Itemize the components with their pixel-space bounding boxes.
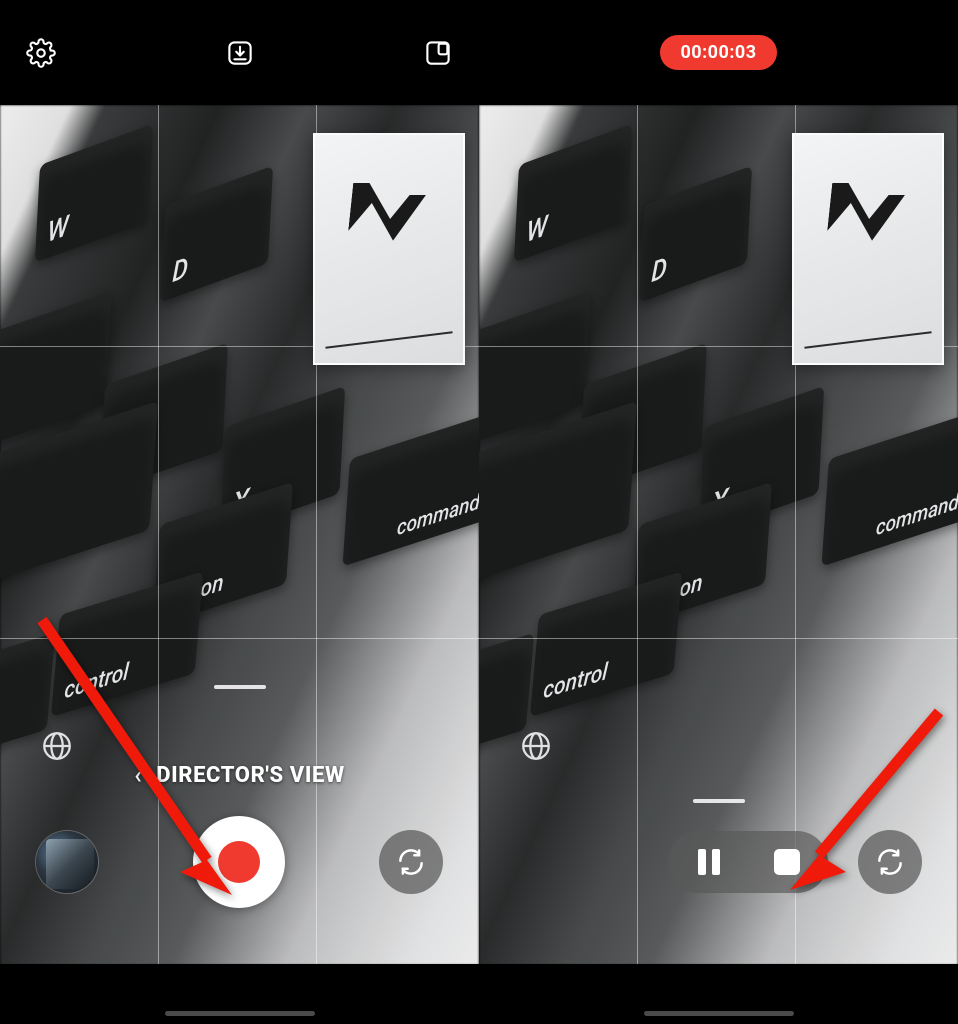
top-toolbar: 00:00:03: [479, 0, 958, 105]
recording-controls-pill: [668, 831, 828, 893]
camera-viewfinder[interactable]: A Z X command option control fn W D: [479, 105, 958, 965]
record-button[interactable]: [193, 816, 285, 908]
layout-pip-icon[interactable]: [423, 38, 453, 68]
drawer-handle[interactable]: [693, 799, 745, 803]
globe-icon: [519, 729, 553, 763]
bottom-controls: [0, 807, 479, 917]
top-toolbar: [0, 0, 479, 105]
drawer-handle[interactable]: [214, 685, 266, 689]
globe-icon: [40, 729, 74, 763]
mode-label: DIRECTOR'S VIEW: [156, 763, 344, 788]
pause-icon: [698, 849, 720, 875]
settings-icon[interactable]: [26, 38, 56, 68]
stop-button[interactable]: [768, 843, 806, 881]
chevron-left-icon[interactable]: ‹: [134, 761, 142, 789]
record-dot-icon: [218, 841, 260, 883]
grid-line: [479, 638, 958, 639]
selfie-pip-preview[interactable]: [792, 133, 944, 365]
gallery-thumbnail[interactable]: [36, 831, 98, 893]
camera-viewfinder[interactable]: A Z X command option control fn W D ‹ DI…: [0, 105, 479, 965]
home-indicator[interactable]: [165, 1011, 315, 1016]
bottom-controls: [479, 807, 958, 917]
stop-icon: [774, 849, 800, 875]
camera-switch-button[interactable]: [858, 830, 922, 894]
camera-switch-button[interactable]: [379, 830, 443, 894]
download-tray-icon[interactable]: [225, 38, 255, 68]
phone-screen-right: 00:00:03 A Z X command option control fn…: [479, 0, 958, 1024]
home-indicator[interactable]: [644, 1011, 794, 1016]
phone-screen-left: A Z X command option control fn W D ‹ DI…: [0, 0, 479, 1024]
pause-button[interactable]: [690, 843, 728, 881]
grid-line: [0, 638, 479, 639]
mode-selector[interactable]: ‹ DIRECTOR'S VIEW: [0, 761, 479, 789]
recording-timer-badge: 00:00:03: [660, 35, 776, 70]
selfie-pip-preview[interactable]: [313, 133, 465, 365]
